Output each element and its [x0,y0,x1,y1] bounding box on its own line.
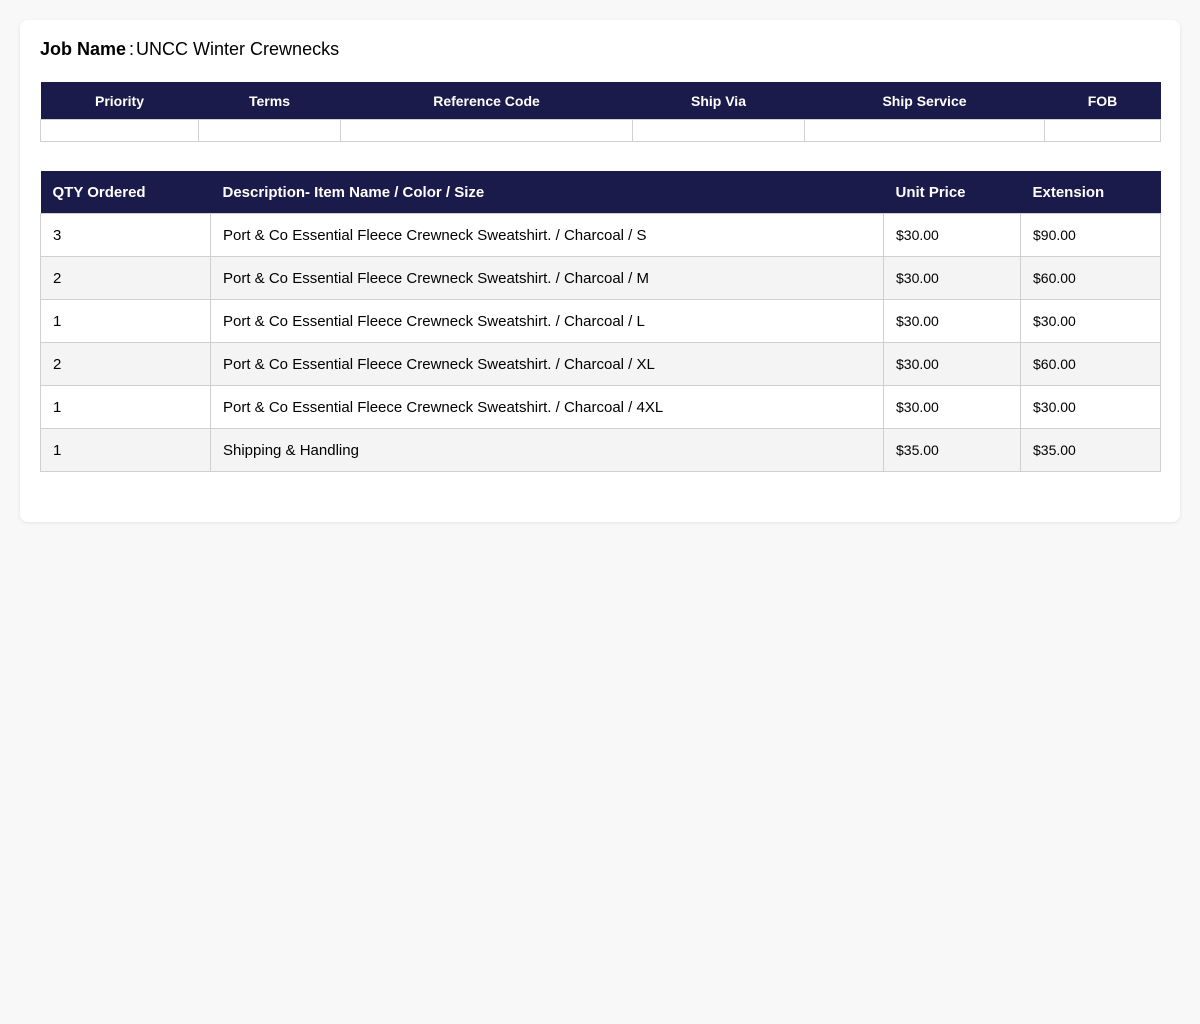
line-items-header-row: QTY Ordered Description- Item Name / Col… [40,171,1161,214]
description-cell: Port & Co Essential Fleece Crewneck Swea… [210,256,884,300]
table-row: 1 Port & Co Essential Fleece Crewneck Sw… [40,385,1161,429]
job-name-value: UNCC Winter Crewnecks [136,39,340,59]
table-row: 1 Shipping & Handling $35.00 $35.00 [40,428,1161,472]
description-header: Description- Item Name / Color / Size [210,171,884,214]
extension-header: Extension [1020,171,1161,214]
description-cell: Port & Co Essential Fleece Crewneck Swea… [210,213,884,257]
table-row: 2 Port & Co Essential Fleece Crewneck Sw… [40,256,1161,300]
qty-cell: 2 [40,342,211,386]
extension-cell: $60.00 [1020,256,1161,300]
job-name-separator: : [129,39,135,59]
extension-cell: $60.00 [1020,342,1161,386]
priority-header: Priority [40,82,199,120]
qty-cell: 2 [40,256,211,300]
qty-cell: 3 [40,213,211,257]
description-cell: Port & Co Essential Fleece Crewneck Swea… [210,299,884,343]
ship-service-header: Ship Service [804,82,1045,120]
unit-price-cell: $30.00 [883,385,1021,429]
reference-code-header: Reference Code [340,82,633,120]
terms-header: Terms [198,82,341,120]
extension-cell: $30.00 [1020,385,1161,429]
unit-price-cell: $30.00 [883,299,1021,343]
order-card: Job Name: UNCC Winter Crewnecks Priority … [20,20,1180,522]
description-cell: Shipping & Handling [210,428,884,472]
qty-ordered-header: QTY Ordered [40,171,211,214]
unit-price-cell: $35.00 [883,428,1021,472]
reference-code-value [340,119,633,142]
table-row: 1 Port & Co Essential Fleece Crewneck Sw… [40,299,1161,343]
extension-cell: $30.00 [1020,299,1161,343]
fob-value [1044,119,1161,142]
ship-via-header: Ship Via [632,82,805,120]
qty-cell: 1 [40,428,211,472]
unit-price-cell: $30.00 [883,256,1021,300]
priority-value [40,119,199,142]
ship-via-value [632,119,805,142]
table-row: 3 Port & Co Essential Fleece Crewneck Sw… [40,213,1161,257]
unit-price-cell: $30.00 [883,342,1021,386]
shipping-info-value-row [40,119,1161,142]
description-cell: Port & Co Essential Fleece Crewneck Swea… [210,385,884,429]
extension-cell: $35.00 [1020,428,1161,472]
qty-cell: 1 [40,385,211,429]
job-name-line: Job Name: UNCC Winter Crewnecks [40,38,339,60]
unit-price-cell: $30.00 [883,213,1021,257]
extension-cell: $90.00 [1020,213,1161,257]
unit-price-header: Unit Price [883,171,1021,214]
ship-service-value [804,119,1045,142]
table-row: 2 Port & Co Essential Fleece Crewneck Sw… [40,342,1161,386]
shipping-info-table: Priority Terms Reference Code Ship Via S… [40,82,1161,142]
fob-header: FOB [1044,82,1161,120]
description-cell: Port & Co Essential Fleece Crewneck Swea… [210,342,884,386]
shipping-info-header-row: Priority Terms Reference Code Ship Via S… [40,82,1161,120]
line-items-table: QTY Ordered Description- Item Name / Col… [40,171,1161,472]
qty-cell: 1 [40,299,211,343]
terms-value [198,119,341,142]
job-name-label: Job Name [40,39,127,59]
